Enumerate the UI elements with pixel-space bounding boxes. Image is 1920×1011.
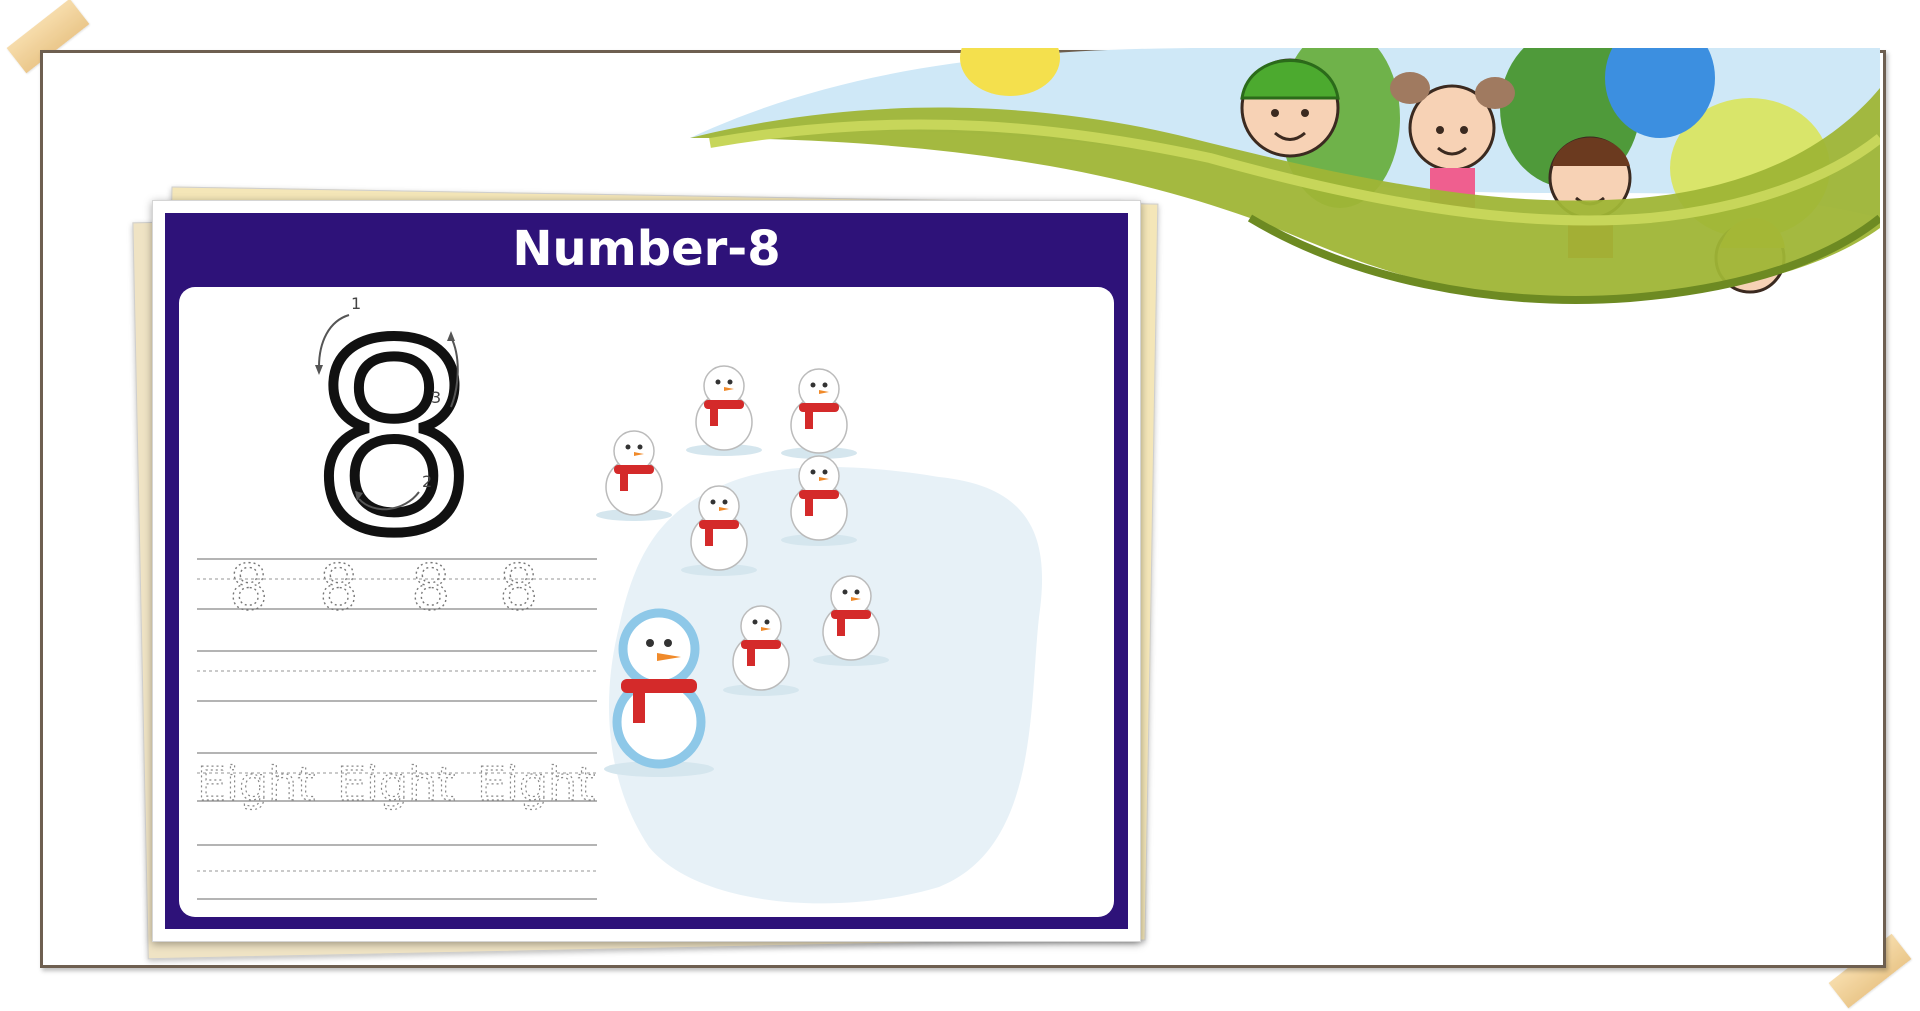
trace-words-row: Eight Eight Eight (196, 756, 595, 811)
worksheet-number-8: Number-8 8 1 2 3 8 8 8 8 Eight Eight Eig… (152, 200, 1141, 942)
stroke-step-1: 1 (351, 294, 361, 313)
trace-word: Eight (197, 757, 315, 811)
worksheet-content: 8 1 2 3 8 8 8 8 Eight Eight Eight (179, 287, 1114, 917)
stroke-step-2: 2 (422, 472, 432, 491)
stroke-step-3: 3 (431, 388, 441, 407)
trace-digit: 8 (411, 551, 450, 624)
worksheet-title: Number-8 (512, 221, 781, 277)
trace-digit: 8 (229, 551, 268, 624)
trace-digit: 8 (499, 551, 538, 624)
worksheet-drawing: 8 1 2 3 8 8 8 8 Eight Eight Eight (196, 287, 1043, 904)
snowman (781, 368, 857, 459)
trace-word: Eight (477, 757, 595, 811)
snowman (596, 430, 672, 521)
snowman (686, 365, 762, 456)
trace-digit: 8 (319, 551, 358, 624)
worksheet-border: Number-8 8 1 2 3 8 8 8 8 Eight Eight Eig… (165, 213, 1128, 929)
trace-word: Eight (337, 757, 455, 811)
